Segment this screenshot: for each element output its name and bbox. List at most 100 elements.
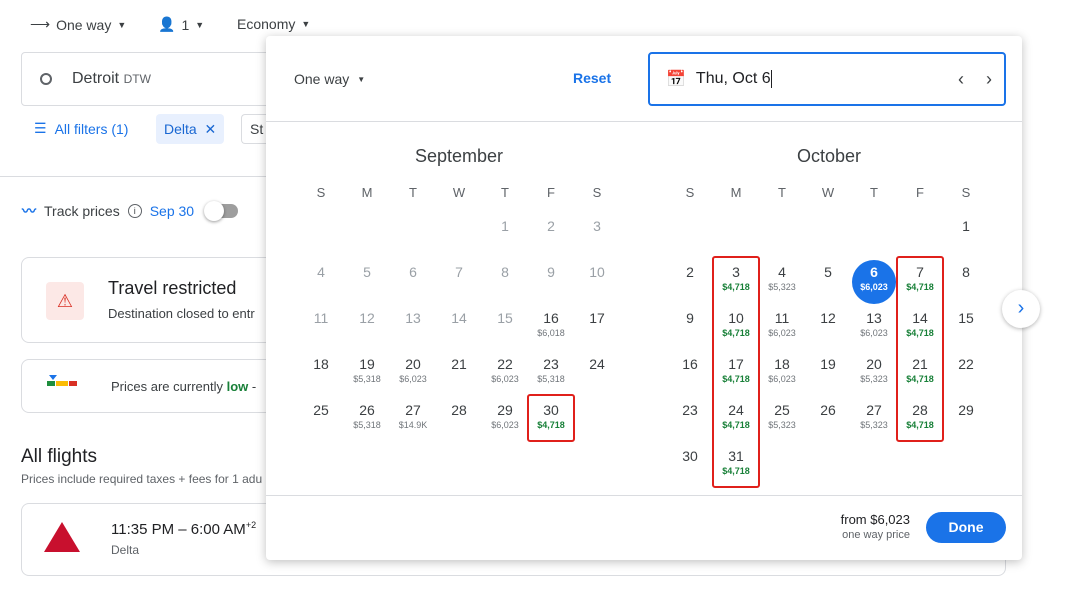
calendar-day[interactable]: 27 $5,323 <box>852 398 896 442</box>
day-number: 31 <box>728 448 744 464</box>
calendar-day[interactable]: 2 <box>668 260 712 304</box>
calendar-day: 6 <box>391 260 435 304</box>
calendar-day[interactable]: 25 $5,323 <box>760 398 804 442</box>
track-prices-toggle[interactable] <box>204 201 239 221</box>
weekday-label: W <box>452 185 466 200</box>
calendar-day[interactable]: 28 $4,718 <box>898 398 942 442</box>
calendar-day[interactable]: 30 $4,718 <box>529 398 573 442</box>
calendar-day[interactable]: 18 $6,023 <box>760 352 804 396</box>
day-number: 16 <box>682 356 698 372</box>
calendar-day[interactable]: 21 $4,718 <box>898 352 942 396</box>
price-insight-card[interactable]: Prices are currently low - <box>21 359 281 413</box>
calendar-day[interactable]: 29 $6,023 <box>483 398 527 442</box>
weekday-label: T <box>409 185 417 200</box>
weekday-label: F <box>916 185 924 200</box>
day-number: 7 <box>916 264 924 280</box>
calendar-day[interactable]: 4 $5,323 <box>760 260 804 304</box>
cabin-select[interactable]: Economy ▼ <box>237 16 310 32</box>
day-number: 23 <box>682 402 698 418</box>
close-icon[interactable]: ✕ <box>204 121 216 138</box>
calendar-day[interactable]: 31 $4,718 <box>714 444 758 488</box>
calendar-day[interactable]: 26 $5,318 <box>345 398 389 442</box>
calendar-day[interactable]: 17 <box>575 306 619 350</box>
origin-input[interactable]: Detroit DTW <box>21 52 281 106</box>
calendar-day[interactable]: 12 <box>806 306 850 350</box>
day-price: $6,018 <box>537 328 565 338</box>
calendar-day[interactable]: 5 <box>806 260 850 304</box>
day-number: 19 <box>359 356 375 372</box>
calendar-day[interactable]: 7 $4,718 <box>898 260 942 304</box>
trip-type-select[interactable]: ⟶ One way ▼ <box>30 16 126 33</box>
calendar-day[interactable]: 19 <box>806 352 850 396</box>
day-number: 16 <box>543 310 559 326</box>
day-number: 29 <box>958 402 974 418</box>
weekday-label: S <box>316 185 326 200</box>
weekday-label: M <box>361 185 373 200</box>
day-price: $5,318 <box>537 374 565 384</box>
calendar-day[interactable]: 15 <box>944 306 988 350</box>
calendar-day[interactable]: 25 <box>299 398 343 442</box>
weekday-label: T <box>501 185 509 200</box>
day-price: $6,023 <box>491 420 519 430</box>
weekday-label: M <box>730 185 742 200</box>
calendar-day[interactable]: 22 $6,023 <box>483 352 527 396</box>
calendar-day[interactable]: 28 <box>437 398 481 442</box>
calendar-day[interactable]: 8 <box>944 260 988 304</box>
calendar-day[interactable]: 27 $14.9K <box>391 398 435 442</box>
travel-restriction-card[interactable]: ⚠ Travel restricted Destination closed t… <box>21 257 281 343</box>
date-picker-dialog: One way ▼ Reset 📅 Thu, Oct 6 ‹ › Septembe… <box>266 36 1022 560</box>
calendar-day[interactable]: 24 <box>575 352 619 396</box>
calendar-day[interactable]: 22 <box>944 352 988 396</box>
passengers-select[interactable]: 👤 1 ▼ <box>158 16 204 33</box>
calendar-day[interactable]: 1 <box>944 214 988 258</box>
day-price: $5,318 <box>353 374 381 384</box>
calendar-day[interactable]: 21 <box>437 352 481 396</box>
day-number: 14 <box>912 310 928 326</box>
day-number: 9 <box>547 264 555 280</box>
all-filters-button[interactable]: ☰ All filters (1) <box>34 120 128 137</box>
day-price: $4,718 <box>722 466 750 476</box>
calendar-day[interactable]: 19 $5,318 <box>345 352 389 396</box>
day-price: $5,323 <box>860 420 888 430</box>
day-price: $5,323 <box>768 282 796 292</box>
day-number: 4 <box>317 264 325 280</box>
calendar-day[interactable]: 23 $5,318 <box>529 352 573 396</box>
calendar-day[interactable]: 18 <box>299 352 343 396</box>
calendar-day[interactable]: 26 <box>806 398 850 442</box>
day-number: 4 <box>778 264 786 280</box>
weekday-label: S <box>685 185 695 200</box>
day-number: 14 <box>451 310 467 326</box>
day-number: 2 <box>547 218 555 234</box>
caret-down-icon: ▼ <box>117 19 127 30</box>
airline-filter-chip[interactable]: Delta ✕ <box>156 114 225 144</box>
day-price: $6,023 <box>768 374 796 384</box>
day-price: $4,718 <box>722 328 750 338</box>
calendar-day[interactable]: 29 <box>944 398 988 442</box>
calendar-day[interactable]: 20 $6,023 <box>391 352 435 396</box>
next-month-button[interactable]: › <box>1002 290 1040 328</box>
calendar-day: 11 <box>299 306 343 350</box>
done-button[interactable]: Done <box>926 512 1006 543</box>
person-icon: 👤 <box>158 16 176 32</box>
calendar-day[interactable]: 14 $4,718 <box>898 306 942 350</box>
info-icon[interactable]: i <box>127 204 142 218</box>
calendar-day[interactable]: 16 $6,018 <box>529 306 573 350</box>
day-number: 13 <box>405 310 421 326</box>
calendar-day[interactable]: 20 $5,323 <box>852 352 896 396</box>
calendar-day[interactable]: 13 $6,023 <box>852 306 896 350</box>
calendar-day[interactable]: 10 $4,718 <box>714 306 758 350</box>
calendar-day[interactable]: 17 $4,718 <box>714 352 758 396</box>
calendar-day[interactable]: 24 $4,718 <box>714 398 758 442</box>
calendar-day: 15 <box>483 306 527 350</box>
calendar-day: 10 <box>575 260 619 304</box>
calendar-day[interactable]: 6 $6,023 <box>852 260 896 304</box>
calendar-day[interactable]: 30 <box>668 444 712 488</box>
calendar-day[interactable]: 16 <box>668 352 712 396</box>
day-number: 12 <box>359 310 375 326</box>
calendar-day[interactable]: 11 $6,023 <box>760 306 804 350</box>
calendar-day[interactable]: 9 <box>668 306 712 350</box>
calendar-day[interactable]: 23 <box>668 398 712 442</box>
price-level-icon <box>47 375 77 386</box>
weekday-label: S <box>961 185 971 200</box>
calendar-day[interactable]: 3 $4,718 <box>714 260 758 304</box>
